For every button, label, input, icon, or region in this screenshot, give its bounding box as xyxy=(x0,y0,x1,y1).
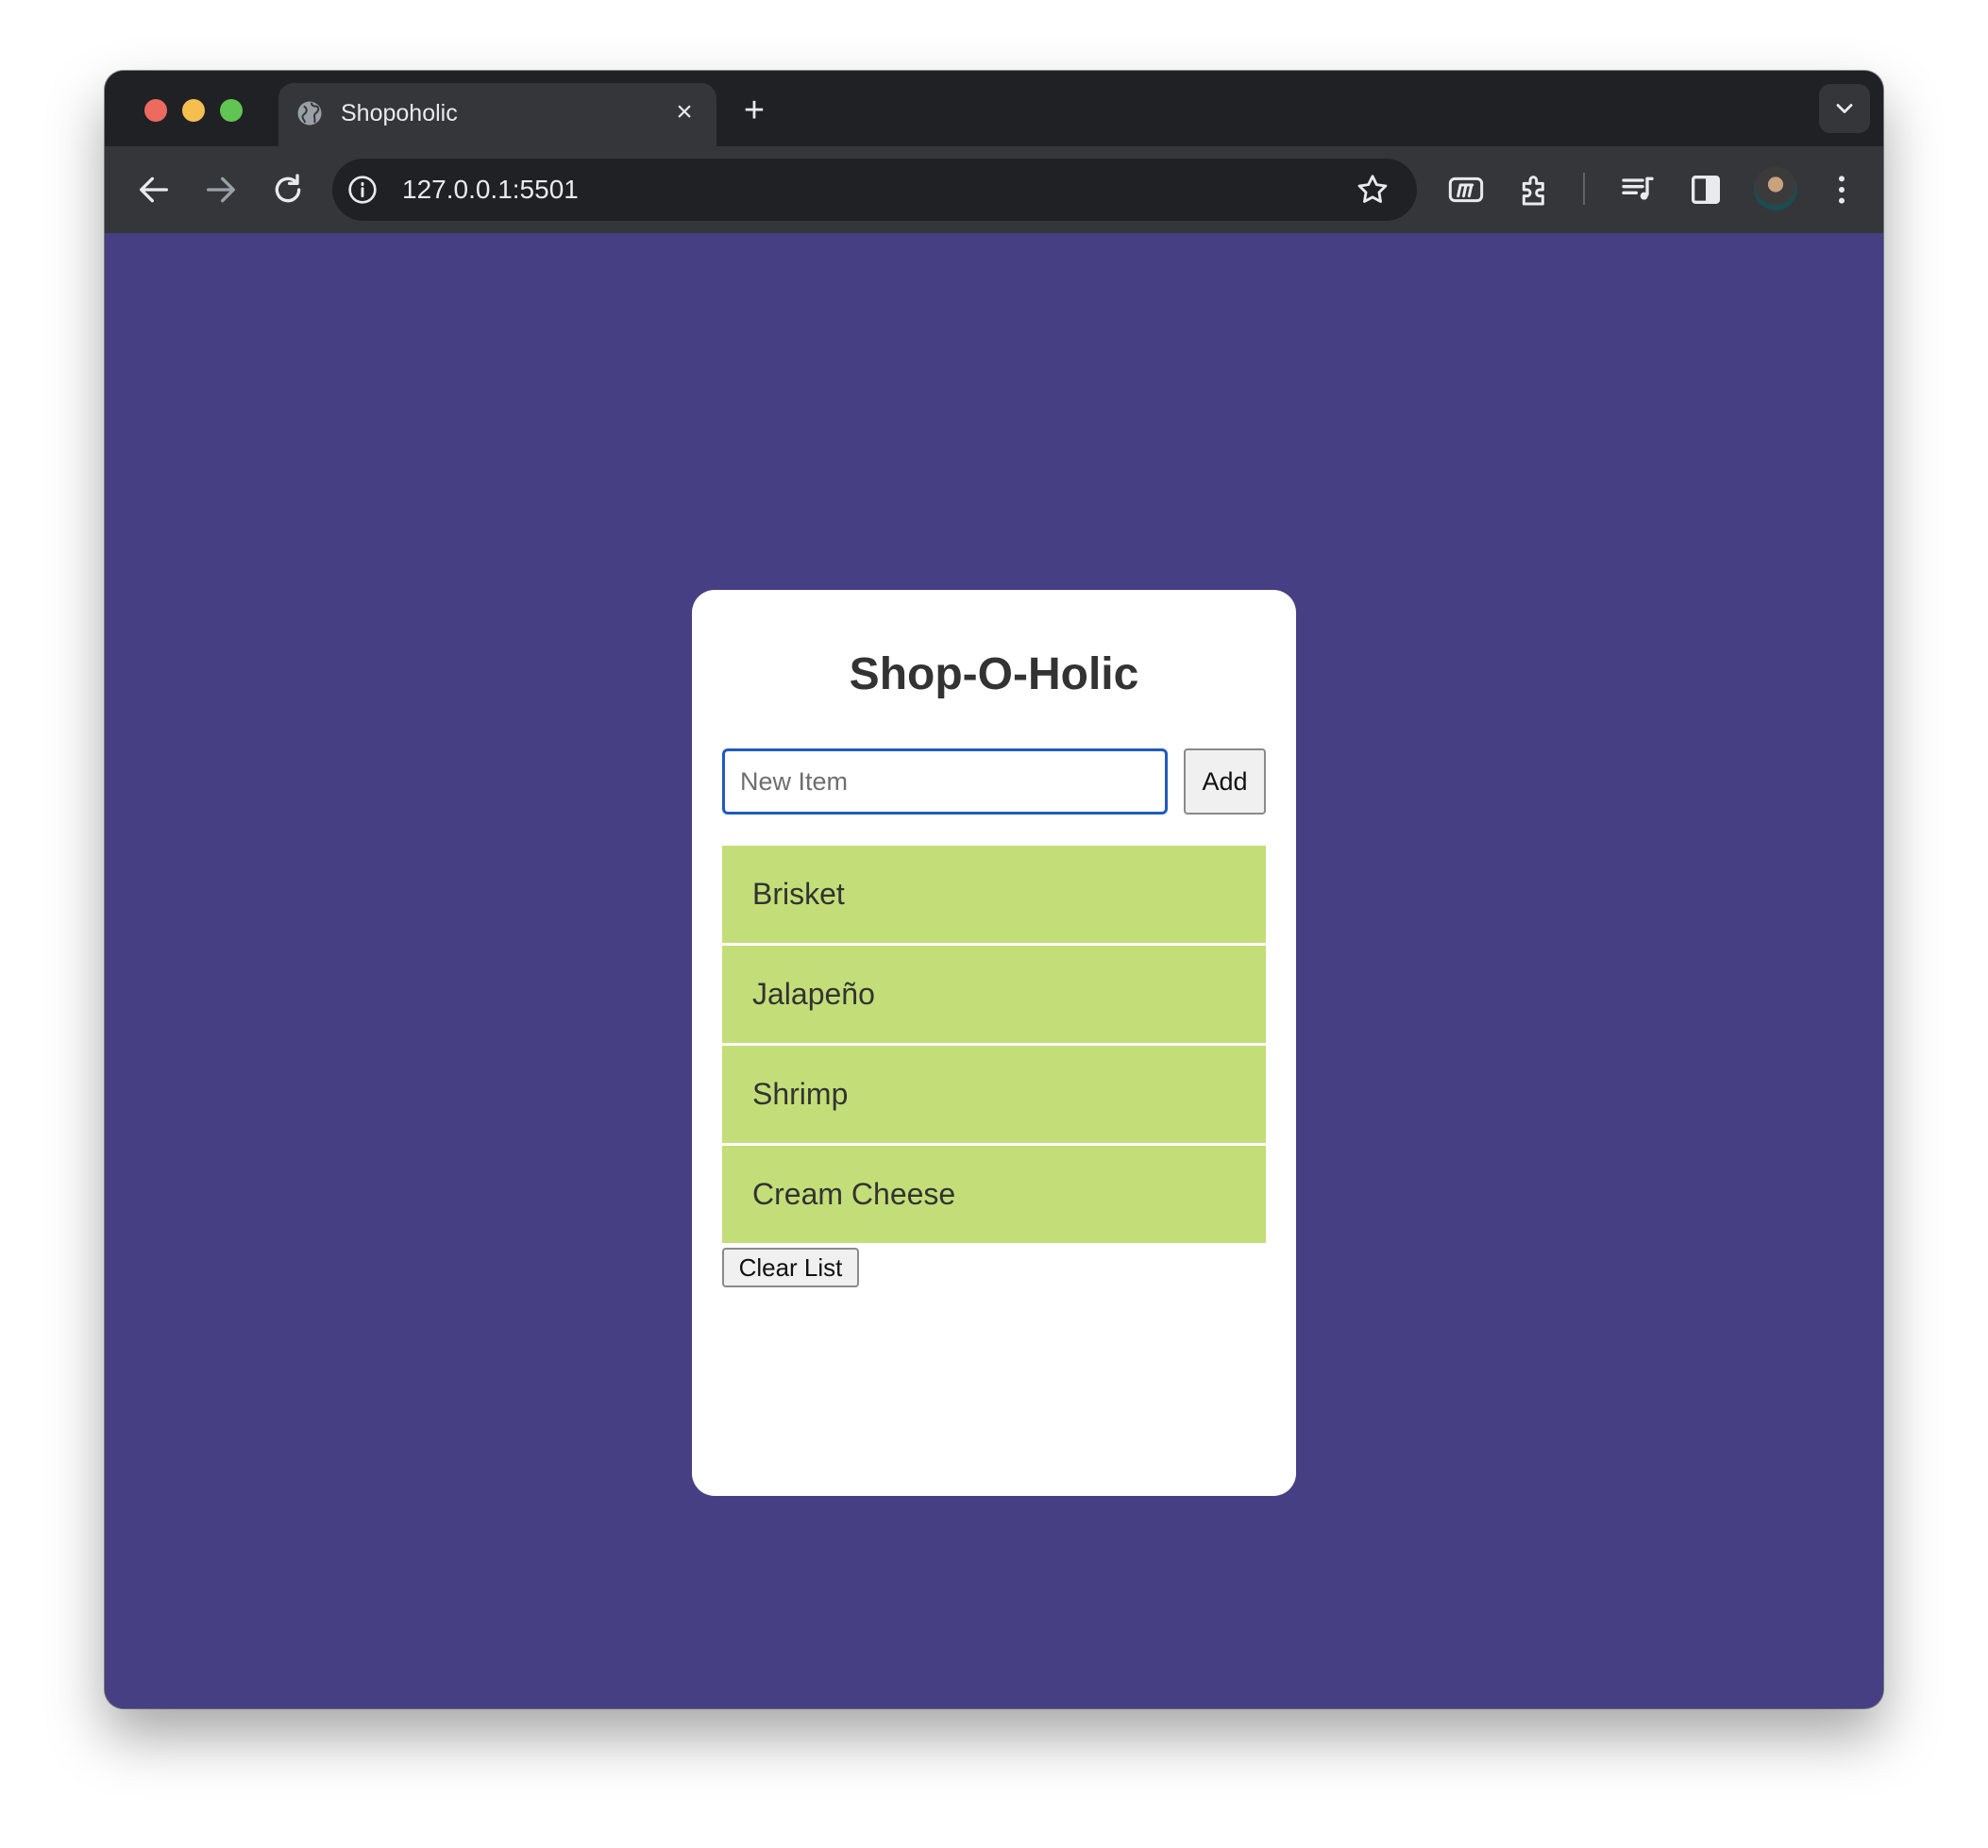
page-viewport: Shop-O-Holic Add Brisket Jalapeño Shrimp… xyxy=(105,233,1883,1708)
new-tab-icon[interactable]: + xyxy=(737,92,771,128)
reload-icon[interactable] xyxy=(269,171,307,209)
puzzle-icon[interactable] xyxy=(1516,171,1554,209)
arrow-right-icon[interactable] xyxy=(202,171,240,209)
url-text[interactable]: 127.0.0.1:5501 xyxy=(402,174,579,206)
chevron-down-icon xyxy=(1836,104,1853,113)
app-title: Shop-O-Holic xyxy=(849,649,1139,699)
maximize-window-button[interactable] xyxy=(220,99,243,122)
profile-avatar[interactable] xyxy=(1754,167,1797,210)
new-item-input[interactable] xyxy=(722,748,1168,815)
arrow-left-icon[interactable] xyxy=(135,171,173,209)
list-item[interactable]: Brisket xyxy=(722,846,1266,943)
close-window-button[interactable] xyxy=(144,99,167,122)
tab-title: Shopoholic xyxy=(341,100,458,126)
tab-shopoholic[interactable]: Shopoholic × xyxy=(278,83,716,146)
shopping-list: Brisket Jalapeño Shrimp Cream Cheese xyxy=(722,846,1266,1246)
kebab-menu-icon[interactable] xyxy=(1823,171,1861,209)
m-extension-icon[interactable] xyxy=(1447,171,1485,209)
browser-window: Shopoholic × + 127.0.0.1:5501 Shop-O-Hol… xyxy=(105,71,1883,1708)
minimize-window-button[interactable] xyxy=(182,99,205,122)
list-item[interactable]: Shrimp xyxy=(722,1046,1266,1143)
browser-toolbar: 127.0.0.1:5501 xyxy=(105,146,1883,233)
address-bar[interactable]: 127.0.0.1:5501 xyxy=(332,159,1417,221)
add-button[interactable]: Add xyxy=(1184,748,1266,815)
side-panel-icon[interactable] xyxy=(1687,171,1725,209)
list-item[interactable]: Cream Cheese xyxy=(722,1146,1266,1243)
shopping-list-card: Shop-O-Holic Add Brisket Jalapeño Shrimp… xyxy=(692,590,1296,1496)
globe-icon xyxy=(297,101,322,126)
tab-search-button[interactable] xyxy=(1819,84,1870,133)
clear-list-button[interactable]: Clear List xyxy=(722,1248,859,1287)
list-item[interactable]: Jalapeño xyxy=(722,946,1266,1043)
star-icon[interactable] xyxy=(1355,172,1390,208)
toolbar-divider xyxy=(1583,173,1585,205)
media-playlist-icon[interactable] xyxy=(1619,171,1657,209)
info-icon[interactable] xyxy=(347,175,378,205)
close-tab-icon[interactable]: × xyxy=(669,97,699,127)
tab-bar: Shopoholic × + xyxy=(105,71,1883,146)
